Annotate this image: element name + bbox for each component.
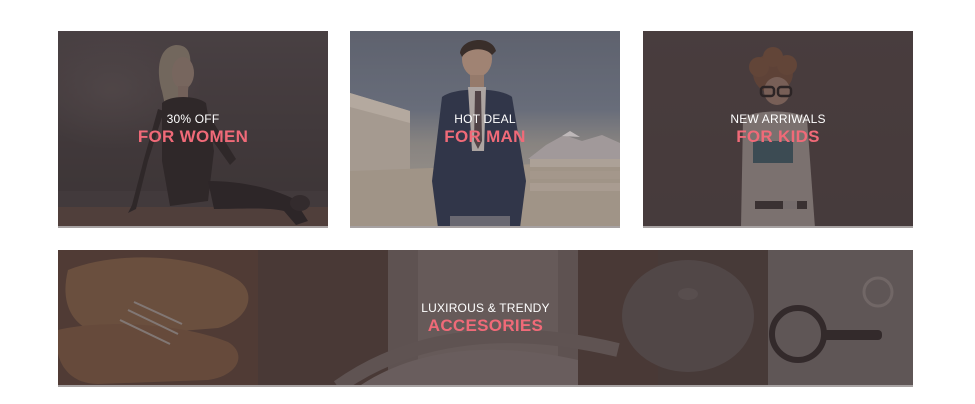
accessories-photo-illustration	[58, 250, 913, 385]
kid-photo-illustration	[741, 47, 815, 226]
woman-photo-illustration	[58, 45, 328, 226]
women-photo	[58, 31, 328, 226]
banner-accessories[interactable]: LUXIROUS & TRENDY ACCESORIES	[58, 250, 913, 387]
banner-man[interactable]: HOT DEAL FOR MAN	[350, 31, 620, 228]
banner-women[interactable]: 30% OFF FOR WOMEN	[58, 31, 328, 228]
accessories-photo	[58, 250, 913, 385]
man-photo	[350, 31, 620, 226]
kid-photo	[643, 31, 913, 226]
banner-kids[interactable]: NEW ARRIWALS FOR KIDS	[643, 31, 913, 228]
category-banners: 30% OFF FOR WOMEN HOT DEAL FOR MAN NEW A…	[0, 0, 975, 404]
man-photo-illustration	[350, 39, 620, 226]
